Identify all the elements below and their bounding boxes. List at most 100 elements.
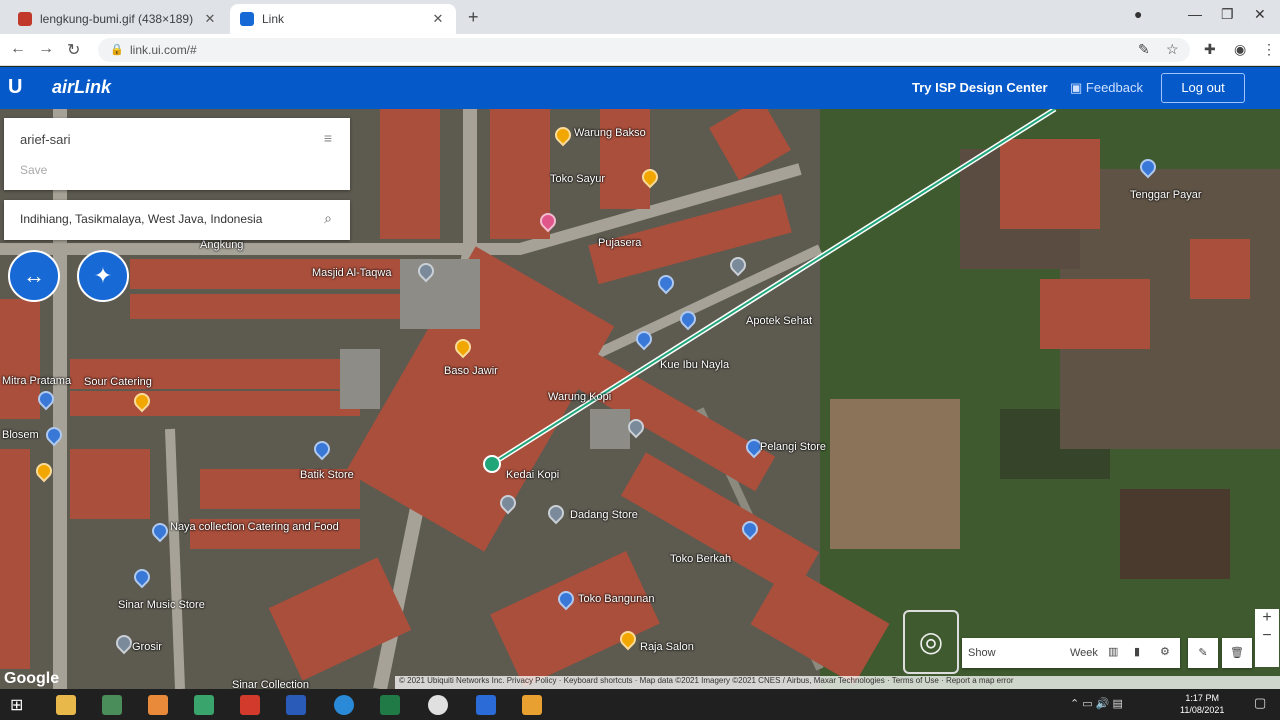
clock-date: 11/08/2021 bbox=[1180, 705, 1225, 715]
panel-menu-icon[interactable]: ≡ bbox=[324, 130, 332, 146]
ptp-link-tool-button[interactable]: ↔ bbox=[8, 250, 60, 302]
place-label: Angkung bbox=[200, 239, 244, 251]
place-label: Masjid Al-Taqwa bbox=[312, 267, 392, 279]
system-tray-icons[interactable]: ⌃ ▭ 🔊 ▤ bbox=[1070, 697, 1123, 710]
place-label: Grosir bbox=[132, 641, 162, 653]
satellite-map[interactable]: Angkung Masjid Al-Taqwa Sour Catering Mi… bbox=[0, 109, 1280, 689]
delete-button[interactable]: 🗑 bbox=[1222, 638, 1252, 668]
settings-icon[interactable]: ⚙ bbox=[1160, 645, 1170, 658]
back-icon[interactable]: ← bbox=[10, 40, 26, 58]
place-label: Pelangi Store bbox=[760, 441, 827, 453]
trash-icon: 🗑 bbox=[1230, 647, 1244, 659]
lock-icon: 🔒 bbox=[110, 44, 124, 56]
zoom-control: + − bbox=[1255, 609, 1279, 667]
clock-time: 1:17 PM bbox=[1185, 693, 1219, 703]
place-label: Toko Bangunan bbox=[578, 593, 655, 605]
app-icon[interactable] bbox=[240, 695, 260, 715]
forward-icon[interactable]: → bbox=[38, 40, 54, 58]
reload-icon[interactable]: ↻ bbox=[67, 40, 80, 60]
place-label: Baso Jawir bbox=[444, 365, 498, 377]
app-icon[interactable] bbox=[102, 695, 122, 715]
app-icon[interactable] bbox=[194, 695, 214, 715]
device-name-input[interactable]: arief-sari bbox=[20, 132, 71, 147]
search-icon[interactable]: ⌕ bbox=[324, 210, 332, 227]
account-avatar-icon[interactable]: ◉ bbox=[1234, 41, 1246, 58]
excel-icon[interactable] bbox=[380, 695, 400, 715]
place-label: Blosem bbox=[2, 429, 39, 441]
app-icon[interactable] bbox=[334, 695, 354, 715]
app-icon[interactable] bbox=[476, 695, 496, 715]
app-header: U airLink Try ISP Design Center ▣ Feedba… bbox=[0, 67, 1280, 109]
window-close-icon[interactable]: ✕ bbox=[1254, 6, 1266, 23]
app-icon[interactable] bbox=[522, 695, 542, 715]
minimize-icon[interactable]: — bbox=[1188, 6, 1202, 22]
place-label: Kedai Kopi bbox=[506, 469, 560, 481]
place-label: Mitra Pratama bbox=[2, 375, 72, 387]
tab-favicon bbox=[18, 12, 32, 26]
map-attribution: © 2021 Ubiquiti Networks Inc. Privacy Po… bbox=[395, 676, 1280, 689]
place-label: Kue Ibu Nayla bbox=[660, 359, 730, 371]
ubiquiti-logo[interactable]: U bbox=[8, 76, 22, 99]
word-icon[interactable] bbox=[286, 695, 306, 715]
place-label: Warung Kopi bbox=[548, 391, 612, 403]
bookmark-star-icon[interactable]: ☆ bbox=[1166, 41, 1179, 58]
url-text: link.ui.com/# bbox=[130, 43, 197, 57]
edit-button[interactable]: ✎ bbox=[1188, 638, 1218, 668]
place-label: Dadang Store bbox=[570, 509, 638, 521]
tab-favicon bbox=[240, 12, 254, 26]
place-label: Batik Store bbox=[300, 469, 354, 481]
zoom-in-button[interactable]: + bbox=[1255, 609, 1279, 627]
place-label: Sinar Collection bbox=[232, 679, 310, 689]
tab-close-icon[interactable]: ✕ bbox=[202, 11, 218, 27]
extensions-puzzle-icon[interactable]: ✚ bbox=[1204, 41, 1216, 58]
tab-lengkung-bumi[interactable]: lengkung-bumi.gif (438×189) ✕ bbox=[8, 4, 228, 34]
windows-start-icon[interactable]: ⊞ bbox=[10, 695, 23, 715]
app-icon[interactable] bbox=[148, 695, 168, 715]
ptmp-link-tool-button[interactable]: ✦ bbox=[77, 250, 129, 302]
isp-design-center-link[interactable]: Try ISP Design Center bbox=[912, 80, 1048, 95]
place-label: Toko Berkah bbox=[670, 553, 732, 565]
feedback-icon: ▣ bbox=[1070, 80, 1086, 95]
week-label[interactable]: Week bbox=[1070, 647, 1098, 659]
place-label: Sour Catering bbox=[84, 376, 152, 388]
location-search-panel: Indihiang, Tasikmalaya, West Java, Indon… bbox=[4, 200, 350, 240]
tab-title: Link bbox=[262, 12, 285, 26]
google-logo: Google bbox=[4, 670, 60, 687]
chart-icon[interactable]: ▥ bbox=[1108, 645, 1118, 658]
show-label[interactable]: Show bbox=[968, 647, 996, 659]
location-search-input[interactable]: Indihiang, Tasikmalaya, West Java, Indon… bbox=[20, 212, 262, 226]
save-button[interactable]: Save bbox=[20, 163, 47, 177]
maximize-icon[interactable]: ❐ bbox=[1221, 6, 1234, 23]
place-label: Toko Sayur bbox=[550, 173, 606, 185]
clock[interactable]: 1:17 PM 11/08/2021 bbox=[1180, 692, 1224, 716]
address-bar-row: ← → ↻ 🔒 link.ui.com/# ✎ ☆ ✚ ◉ ⋮ bbox=[0, 34, 1280, 66]
tab-link[interactable]: Link ✕ bbox=[230, 4, 456, 34]
feedback-link[interactable]: ▣ Feedback bbox=[1070, 80, 1143, 96]
file-explorer-icon[interactable] bbox=[56, 695, 76, 715]
place-label: Warung Bakso bbox=[574, 127, 646, 139]
logout-button[interactable]: Log out bbox=[1161, 73, 1245, 103]
browser-menu-icon[interactable]: ⋮ bbox=[1262, 41, 1276, 58]
zoom-out-button[interactable]: − bbox=[1255, 627, 1279, 645]
place-label: Apotek Sehat bbox=[746, 315, 813, 327]
pencil-icon: ✎ bbox=[1198, 647, 1208, 659]
airlink-logo[interactable]: airLink bbox=[52, 77, 111, 98]
bar-icon[interactable]: ▮ bbox=[1134, 645, 1140, 658]
notifications-icon[interactable]: ▢ bbox=[1254, 695, 1266, 711]
profile-icon[interactable]: ● bbox=[1134, 6, 1142, 22]
place-label: Sinar Music Store bbox=[118, 599, 205, 611]
camera-view-icon[interactable]: ◎ bbox=[903, 610, 959, 674]
place-label: Raja Salon bbox=[640, 641, 694, 653]
place-label: Tenggar Payar bbox=[1130, 189, 1202, 201]
extension-icon[interactable]: ✎ bbox=[1138, 41, 1150, 58]
place-label: Naya collection Catering and Food bbox=[170, 521, 339, 533]
browser-tab-strip: lengkung-bumi.gif (438×189) ✕ Link ✕ + ●… bbox=[0, 0, 1280, 34]
tab-close-icon[interactable]: ✕ bbox=[430, 11, 446, 27]
url-field[interactable]: 🔒 link.ui.com/# bbox=[98, 38, 1190, 62]
place-label: Pujasera bbox=[598, 237, 642, 249]
new-tab-button[interactable]: + bbox=[468, 7, 479, 28]
chrome-icon[interactable] bbox=[428, 695, 448, 715]
map-time-controls: Show Week ▥ ▮ ⚙ bbox=[962, 638, 1180, 668]
device-name-panel: arief-sari ≡ Save bbox=[4, 118, 350, 190]
windows-taskbar: ⊞ ⌃ ▭ 🔊 ▤ 1:17 PM 11/08/2021 ▢ bbox=[0, 689, 1280, 720]
